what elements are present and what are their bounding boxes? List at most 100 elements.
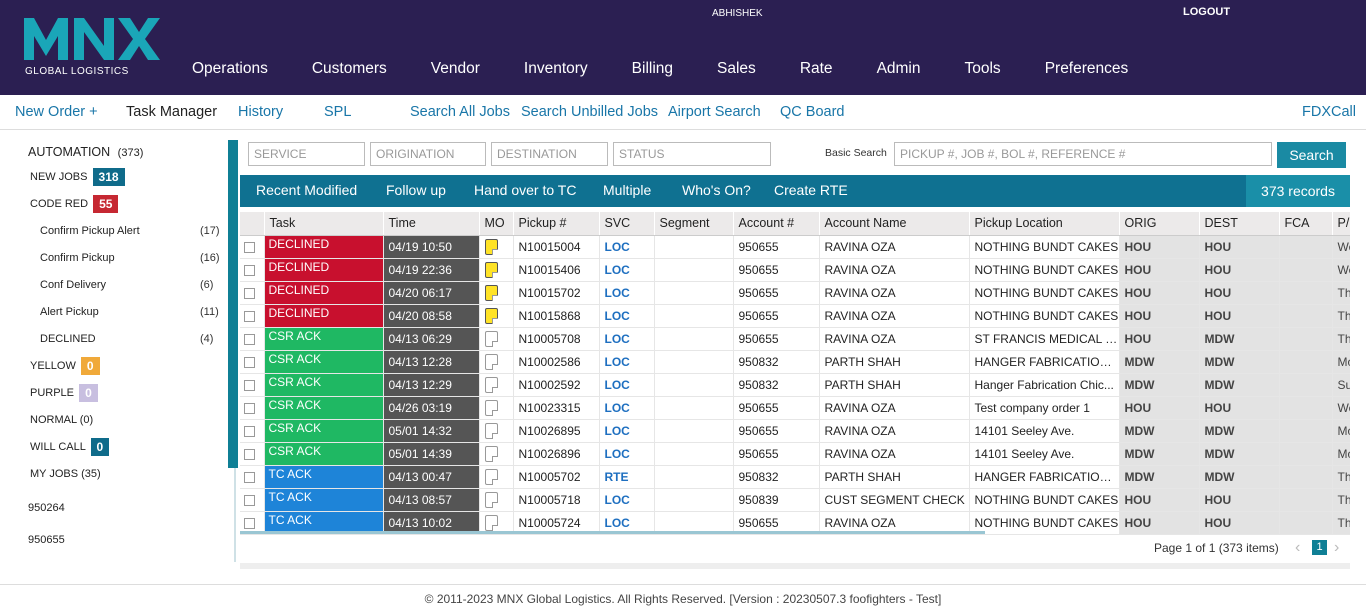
svc-cell[interactable]: LOC — [599, 488, 655, 512]
row-checkbox-input[interactable] — [244, 264, 255, 276]
sidebar-automation[interactable]: AUTOMATION (373) — [28, 145, 143, 159]
status-filter[interactable]: STATUS — [613, 142, 771, 166]
fdxcall-link[interactable]: FDXCall — [1302, 104, 1356, 120]
table-row[interactable]: DECLINED 04/20 06:17 N10015702 LOC 950655 RAV… — [240, 281, 1350, 305]
sidebar-account-950655[interactable]: 950655 — [28, 534, 65, 546]
sidebar-normal[interactable]: NORMAL (0) — [30, 414, 93, 426]
column-header[interactable]: Segment — [654, 212, 734, 236]
nav-operations[interactable]: Operations — [170, 60, 290, 78]
destination-filter[interactable]: DESTINATION — [491, 142, 608, 166]
table-row[interactable]: CSR ACK 05/01 14:32 N10026895 LOC 950655 RAVI… — [240, 419, 1350, 443]
follow-up-button[interactable]: Follow up — [386, 182, 446, 198]
nav-rate[interactable]: Rate — [778, 60, 855, 78]
svc-cell[interactable]: LOC — [599, 304, 655, 328]
column-header[interactable]: Account Name — [819, 212, 970, 236]
nav-inventory[interactable]: Inventory — [502, 60, 610, 78]
row-checkbox-input[interactable] — [244, 494, 255, 506]
row-checkbox-input[interactable] — [244, 241, 255, 253]
svc-cell[interactable]: LOC — [599, 235, 655, 259]
note-icon[interactable] — [484, 261, 498, 278]
column-header[interactable]: DEST — [1199, 212, 1280, 236]
pager-next-icon[interactable]: › — [1334, 539, 1339, 557]
sidebar-will-call[interactable]: WILL CALL 0 — [30, 438, 110, 456]
table-row[interactable]: CSR ACK 05/01 14:39 N10026896 LOC 950655 RAVI… — [240, 442, 1350, 466]
sidebar-new-jobs[interactable]: NEW JOBS 318 — [30, 168, 125, 186]
table-row[interactable]: CSR ACK 04/13 06:29 N10005708 LOC 950655 RAVI… — [240, 327, 1350, 351]
nav-sales[interactable]: Sales — [695, 60, 778, 78]
column-header[interactable]: SVC — [599, 212, 655, 236]
svc-cell[interactable]: LOC — [599, 373, 655, 397]
sidebar-confirm-pickup[interactable]: Confirm Pickup — [40, 252, 115, 264]
nav-preferences[interactable]: Preferences — [1023, 60, 1151, 78]
column-header[interactable]: ORIG — [1119, 212, 1200, 236]
sidebar-confirm-pickup-alert[interactable]: Confirm Pickup Alert — [40, 225, 140, 237]
qc-board-link[interactable]: QC Board — [780, 104, 844, 120]
column-header[interactable]: Pickup Location — [969, 212, 1120, 236]
svc-cell[interactable]: LOC — [599, 258, 655, 282]
svc-cell[interactable]: RTE — [599, 465, 655, 489]
airport-search-link[interactable]: Airport Search — [668, 104, 761, 120]
horizontal-scrollbar[interactable] — [240, 531, 985, 534]
note-icon[interactable] — [484, 307, 498, 324]
note-icon[interactable] — [484, 491, 498, 508]
table-row[interactable]: DECLINED 04/19 22:36 N10015406 LOC 950655 RAV… — [240, 258, 1350, 282]
recent-modified-button[interactable]: Recent Modified — [256, 182, 357, 198]
multiple-button[interactable]: Multiple — [603, 182, 651, 198]
column-header[interactable]: Task — [264, 212, 384, 236]
column-header[interactable]: Time — [383, 212, 480, 236]
svc-cell[interactable]: LOC — [599, 442, 655, 466]
nav-admin[interactable]: Admin — [855, 60, 943, 78]
table-row[interactable]: DECLINED 04/19 10:50 N10015004 LOC 950655 RAV… — [240, 235, 1350, 259]
new-order-link[interactable]: New Order + — [15, 104, 98, 120]
svc-cell[interactable]: LOC — [599, 396, 655, 420]
hand-over-to-tc-button[interactable]: Hand over to TC — [474, 182, 576, 198]
sidebar-yellow[interactable]: YELLOW 0 — [30, 357, 100, 375]
note-icon[interactable] — [484, 422, 498, 439]
row-checkbox-input[interactable] — [244, 287, 255, 299]
row-checkbox-input[interactable] — [244, 517, 255, 529]
note-icon[interactable] — [484, 514, 498, 531]
search-all-jobs-link[interactable]: Search All Jobs — [410, 104, 510, 120]
row-checkbox-input[interactable] — [244, 333, 255, 345]
pager-prev-icon[interactable]: ‹ — [1295, 539, 1300, 557]
logout-link[interactable]: LOGOUT — [1183, 6, 1230, 18]
origination-filter[interactable]: ORIGINATION — [370, 142, 486, 166]
whos-on-button[interactable]: Who's On? — [682, 182, 751, 198]
column-header[interactable]: Account # — [733, 212, 820, 236]
search-button[interactable]: Search — [1277, 142, 1346, 168]
column-header[interactable] — [240, 212, 265, 236]
note-icon[interactable] — [484, 399, 498, 416]
row-checkbox-input[interactable] — [244, 448, 255, 460]
table-row[interactable]: CSR ACK 04/13 12:29 N10002592 LOC 950832 PART… — [240, 373, 1350, 397]
column-header[interactable]: P/ — [1332, 212, 1350, 236]
svc-cell[interactable]: LOC — [599, 350, 655, 374]
table-row[interactable]: DECLINED 04/20 08:58 N10015868 LOC 950655 RAV… — [240, 304, 1350, 328]
column-header[interactable]: FCA — [1279, 212, 1333, 236]
sidebar-purple[interactable]: PURPLE 0 — [30, 384, 98, 402]
row-checkbox-input[interactable] — [244, 379, 255, 391]
row-checkbox-input[interactable] — [244, 310, 255, 322]
pager-current-page[interactable]: 1 — [1312, 540, 1327, 555]
table-row[interactable]: CSR ACK 04/13 12:28 N10002586 LOC 950832 PART… — [240, 350, 1350, 374]
svc-cell[interactable]: LOC — [599, 281, 655, 305]
nav-billing[interactable]: Billing — [610, 60, 695, 78]
task-manager-link[interactable]: Task Manager — [126, 104, 217, 120]
table-row[interactable]: TC ACK 04/13 08:57 N10005718 LOC 950839 CUST … — [240, 488, 1350, 512]
row-checkbox-input[interactable] — [244, 402, 255, 414]
column-header[interactable]: MO — [479, 212, 514, 236]
note-icon[interactable] — [484, 468, 498, 485]
note-icon[interactable] — [484, 445, 498, 462]
sidebar-alert-pickup[interactable]: Alert Pickup — [40, 306, 99, 318]
row-checkbox-input[interactable] — [244, 356, 255, 368]
sidebar-declined[interactable]: DECLINED — [40, 333, 96, 345]
note-icon[interactable] — [484, 284, 498, 301]
row-checkbox-input[interactable] — [244, 471, 255, 483]
sidebar-conf-delivery[interactable]: Conf Delivery — [40, 279, 106, 291]
nav-vendor[interactable]: Vendor — [409, 60, 502, 78]
sidebar-account-950264[interactable]: 950264 — [28, 502, 65, 514]
note-icon[interactable] — [484, 330, 498, 347]
nav-customers[interactable]: Customers — [290, 60, 409, 78]
note-icon[interactable] — [484, 376, 498, 393]
svc-cell[interactable]: LOC — [599, 419, 655, 443]
search-unbilled-jobs-link[interactable]: Search Unbilled Jobs — [521, 104, 658, 120]
